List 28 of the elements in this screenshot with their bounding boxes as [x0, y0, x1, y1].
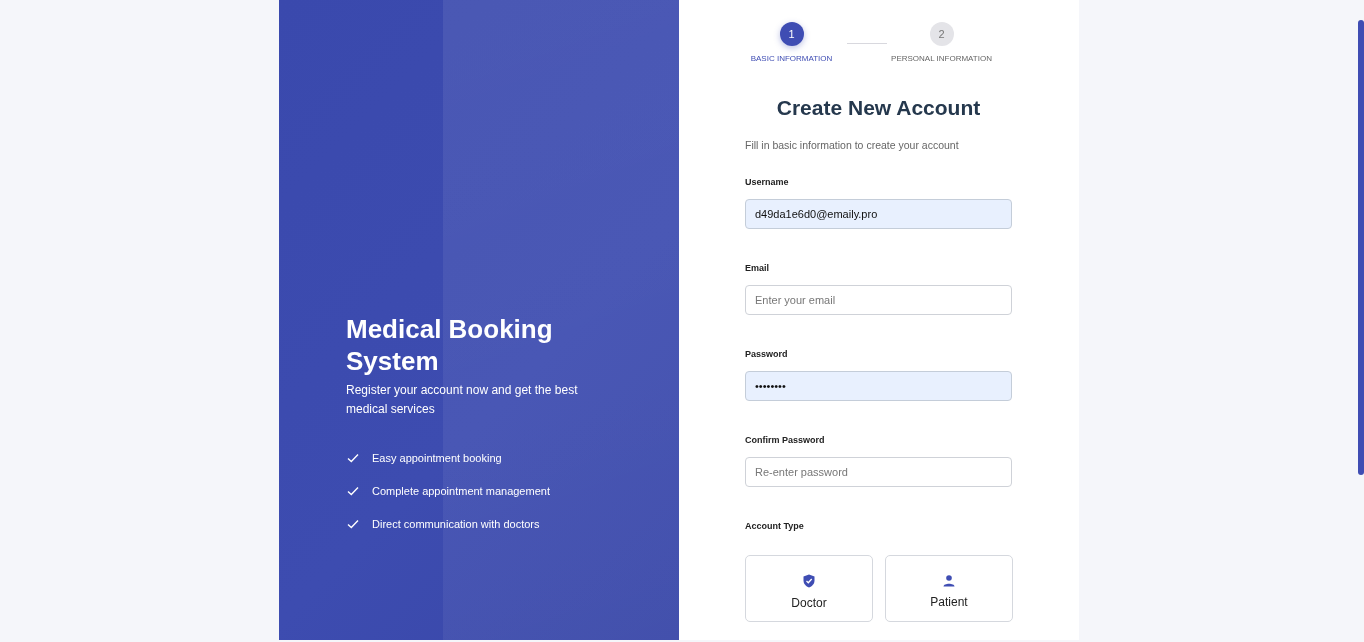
input-field[interactable]: Enter your email — [745, 285, 1012, 315]
feature-text: Direct communication with doctors — [372, 518, 540, 530]
field-label: Email — [745, 262, 769, 275]
check-icon — [347, 453, 359, 463]
field-label: Username — [745, 176, 789, 189]
form-subtitle: Fill in basic information to create your account — [745, 138, 960, 152]
feature-text: Complete appointment management — [372, 485, 550, 497]
input-field[interactable]: d49da1e6d0@emaily.pro — [745, 199, 1012, 229]
step-number: 2 — [929, 22, 954, 46]
account-type-option[interactable]: Doctor — [745, 555, 873, 622]
check-icon — [347, 486, 359, 496]
field-label: Account Type — [745, 520, 804, 533]
step-label: BASIC INFORMATION — [750, 54, 833, 63]
field-label: Confirm Password — [745, 434, 825, 447]
check-icon — [347, 519, 359, 529]
input-field[interactable]: •••••••• — [745, 371, 1012, 401]
step-label: PERSONAL INFORMATION — [891, 54, 992, 63]
account-type-option[interactable]: Patient — [885, 555, 1013, 622]
form-title: Create New Account — [775, 96, 982, 120]
person-icon — [943, 574, 955, 587]
heading: Medical Booking System — [346, 313, 554, 377]
scrollbar-thumb[interactable] — [1358, 20, 1364, 475]
input-field[interactable]: Re-enter password — [745, 457, 1012, 487]
tagline: Register your account now and get the best medical services — [346, 382, 579, 418]
shield-check-icon — [803, 573, 815, 588]
step-number: 1 — [779, 22, 804, 46]
feature-text: Easy appointment booking — [372, 452, 502, 464]
field-label: Password — [745, 348, 788, 361]
